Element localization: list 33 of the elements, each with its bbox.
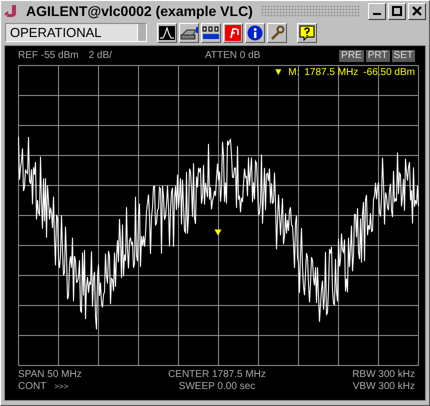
marker-symbol: ▼ — [273, 67, 284, 78]
center-frequency: CENTER 1787.5 MHz — [168, 369, 266, 381]
minimize-button[interactable] — [368, 2, 386, 20]
scale-label: 2 dB/ — [88, 50, 112, 61]
softkey-label[interactable]: SET — [392, 50, 415, 62]
softkey-label[interactable]: PRE — [339, 50, 364, 62]
close-button[interactable] — [408, 2, 426, 20]
status-field: OPERATIONAL — [5, 23, 147, 42]
info-icon[interactable] — [245, 22, 265, 42]
reference-level: REF -55 dBm — [18, 50, 79, 61]
attenuation-label: ATTEN 0 dB — [204, 50, 260, 61]
minimize-icon — [373, 13, 381, 15]
maximize-icon — [392, 6, 402, 16]
span-label: SPAN 50 MHz — [18, 369, 82, 381]
spectrum-icon[interactable] — [157, 22, 177, 42]
window-title: AGILENT@vlc0002 (example VLC) — [26, 3, 253, 19]
preset-icon[interactable] — [201, 22, 221, 42]
help-icon[interactable] — [297, 22, 317, 42]
resolution-bandwidth: RBW 300 kHz — [352, 369, 415, 381]
marker-frequency: 1787.5 MHz — [304, 67, 358, 78]
video-bandwidth: VBW 300 kHz — [352, 381, 415, 393]
close-icon — [412, 6, 422, 16]
sweep-mode: CONT — [18, 381, 46, 393]
java-logo-icon — [4, 4, 18, 18]
marker-icon — [214, 230, 222, 236]
marker-level: -66.50 dBm — [363, 67, 415, 78]
printer-icon[interactable] — [179, 22, 199, 42]
function-icon[interactable] — [223, 22, 243, 42]
sweep-time: SWEEP 0.00 sec — [178, 381, 256, 393]
mode-arrows: >>> — [54, 381, 68, 393]
softkey-label[interactable]: PRT — [366, 50, 390, 62]
maximize-button[interactable] — [388, 2, 406, 20]
marker-label: M: — [288, 67, 300, 78]
